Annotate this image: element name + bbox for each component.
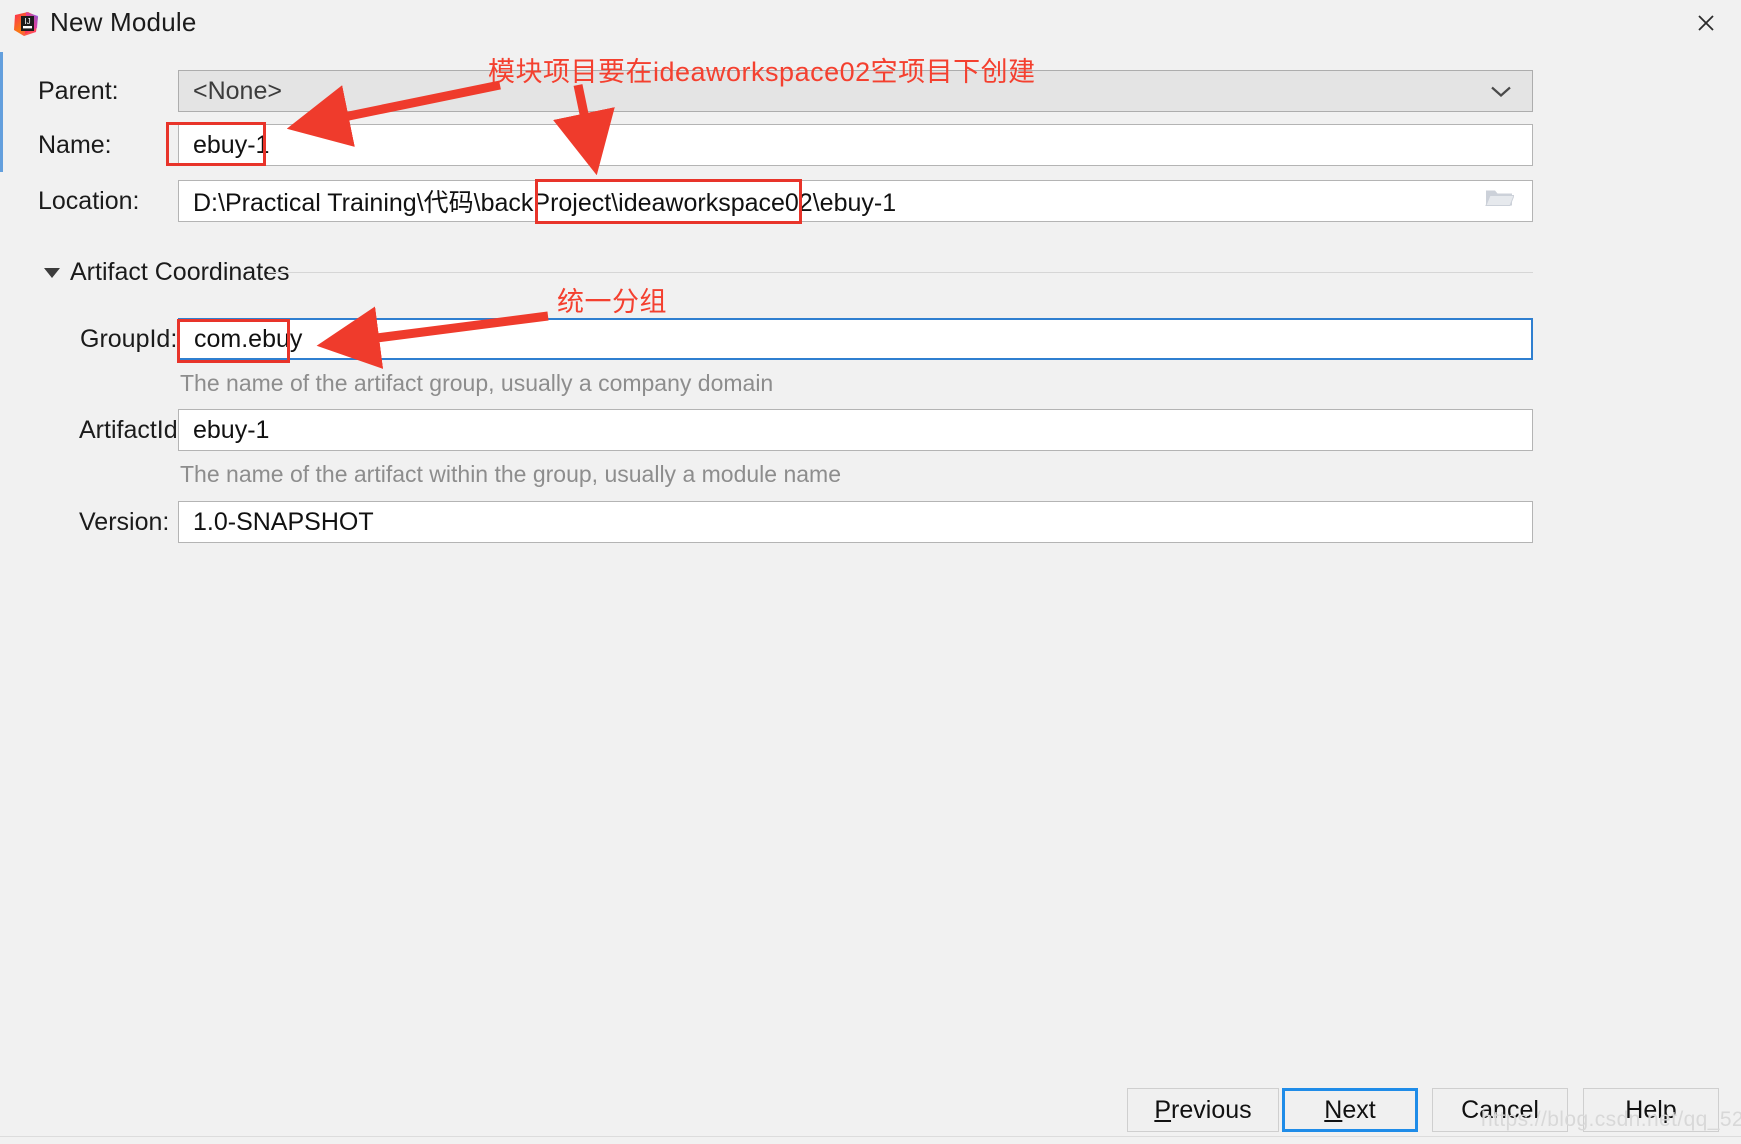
- annotation-group-note: 统一分组: [557, 287, 667, 317]
- location-input[interactable]: D:\Practical Training\代码\backProject\ide…: [178, 180, 1533, 222]
- artifact-id-input[interactable]: ebuy-1: [178, 409, 1533, 451]
- name-value: ebuy-1: [193, 130, 270, 159]
- previous-button[interactable]: Previous: [1127, 1088, 1279, 1132]
- title-divider: [0, 45, 1741, 46]
- version-value: 1.0-SNAPSHOT: [193, 507, 374, 536]
- group-id-hint: The name of the artifact group, usually …: [180, 370, 774, 396]
- version-input[interactable]: 1.0-SNAPSHOT: [178, 501, 1533, 543]
- artifact-coordinates-header[interactable]: Artifact Coordinates: [44, 258, 290, 287]
- parent-value: <None>: [193, 76, 282, 105]
- group-id-input[interactable]: com.ebuy: [178, 318, 1533, 360]
- annotation-top-note: 模块项目要在ideaworkspace02空项目下创建: [488, 57, 1036, 87]
- svg-text:IJ: IJ: [24, 17, 30, 26]
- group-id-label: GroupId:: [80, 325, 178, 353]
- group-id-row: GroupId: com.ebuy: [0, 318, 1741, 360]
- version-row: Version: 1.0-SNAPSHOT: [0, 501, 1741, 543]
- location-row: Location: D:\Practical Training\代码\backP…: [0, 180, 1741, 222]
- annotation-arrows: [286, 80, 615, 369]
- group-id-value: com.ebuy: [194, 324, 303, 353]
- artifact-id-hint: The name of the artifact within the grou…: [180, 461, 841, 487]
- title-bar: IJ New Module: [0, 0, 1741, 46]
- name-input[interactable]: ebuy-1: [178, 124, 1533, 166]
- artifact-id-value: ebuy-1: [193, 415, 270, 444]
- folder-icon[interactable]: [1484, 186, 1515, 217]
- artifact-coordinates-title: Artifact Coordinates: [70, 258, 290, 286]
- next-accel: N: [1324, 1095, 1343, 1124]
- triangle-down-icon[interactable]: [44, 267, 60, 278]
- chevron-down-icon: [1490, 77, 1512, 106]
- intellij-idea-icon: IJ: [12, 10, 40, 38]
- name-row: Name: ebuy-1: [0, 124, 1741, 166]
- previous-accel: P: [1154, 1095, 1172, 1124]
- footer-divider: [0, 1136, 1741, 1137]
- previous-rest: revious: [1171, 1095, 1252, 1124]
- watermark: https://blog.csdn.net/qq_52596258: [1481, 1108, 1741, 1131]
- close-icon[interactable]: [1685, 6, 1727, 40]
- location-label: Location:: [38, 187, 140, 215]
- artifact-id-row: ArtifactId: ebuy-1: [0, 409, 1741, 451]
- name-label: Name:: [38, 131, 112, 159]
- next-button[interactable]: Next: [1282, 1088, 1418, 1132]
- window-title: New Module: [50, 7, 197, 37]
- parent-label: Parent:: [38, 77, 119, 105]
- artifact-id-label: ArtifactId:: [79, 416, 185, 444]
- next-rest: ext: [1342, 1095, 1376, 1124]
- version-label: Version:: [79, 508, 170, 536]
- location-value: D:\Practical Training\代码\backProject\ide…: [193, 189, 897, 217]
- section-divider: [268, 272, 1533, 273]
